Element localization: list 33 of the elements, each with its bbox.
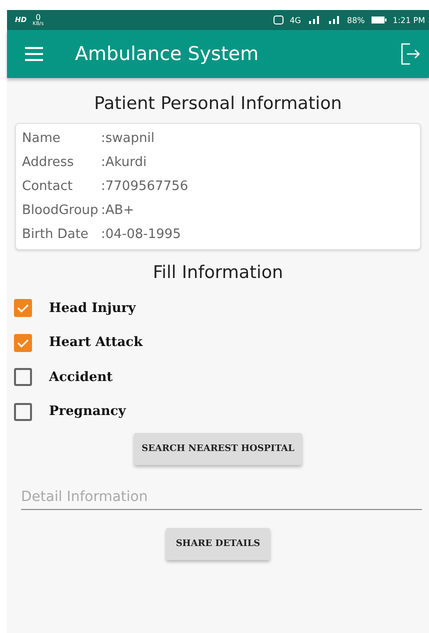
app-title: Ambulance System: [75, 43, 260, 65]
menu-icon[interactable]: [25, 47, 43, 61]
detail-input-field[interactable]: Detail Information: [21, 487, 422, 510]
field-label: Name: [22, 130, 62, 146]
field-label: Address: [22, 154, 75, 170]
field-label: Contact: [22, 178, 74, 194]
checkbox[interactable]: [14, 402, 32, 421]
checkbox-label[interactable]: Head Injury: [49, 300, 136, 316]
field-value: :04-08-1995: [101, 226, 181, 242]
checkbox[interactable]: [14, 334, 32, 352]
checkbox[interactable]: [14, 299, 32, 318]
data-speed: 0: [36, 14, 41, 22]
signal-icon: [326, 15, 341, 25]
clock: 1:21 PM: [392, 16, 425, 24]
network-type: 4G: [290, 16, 301, 24]
field-label: BloodGroup: [22, 202, 100, 218]
field-value: :swapnil: [101, 130, 154, 146]
checkbox[interactable]: [14, 368, 32, 386]
search-hospital-button[interactable]: SEARCH NEAREST HOSPITAL: [134, 433, 302, 465]
battery-icon: [370, 15, 387, 25]
logout-icon[interactable]: [401, 43, 421, 65]
checkbox-label[interactable]: Pregnancy: [49, 404, 126, 420]
section-title: Patient Personal Information: [93, 94, 343, 114]
checkbox-label[interactable]: Accident: [49, 370, 113, 385]
field-value: :Akurdi: [101, 154, 147, 170]
battery-percent: 88%: [346, 16, 365, 24]
share-details-button[interactable]: SHARE DETAILS: [166, 528, 270, 560]
field-label: Birth Date: [22, 226, 90, 242]
field-value: :AB+: [101, 202, 134, 218]
checkbox-label[interactable]: Heart Attack: [49, 335, 143, 350]
section-title: Fill Information: [152, 263, 284, 283]
signal-icon: [306, 15, 321, 25]
field-value: :7709567756: [101, 178, 188, 194]
